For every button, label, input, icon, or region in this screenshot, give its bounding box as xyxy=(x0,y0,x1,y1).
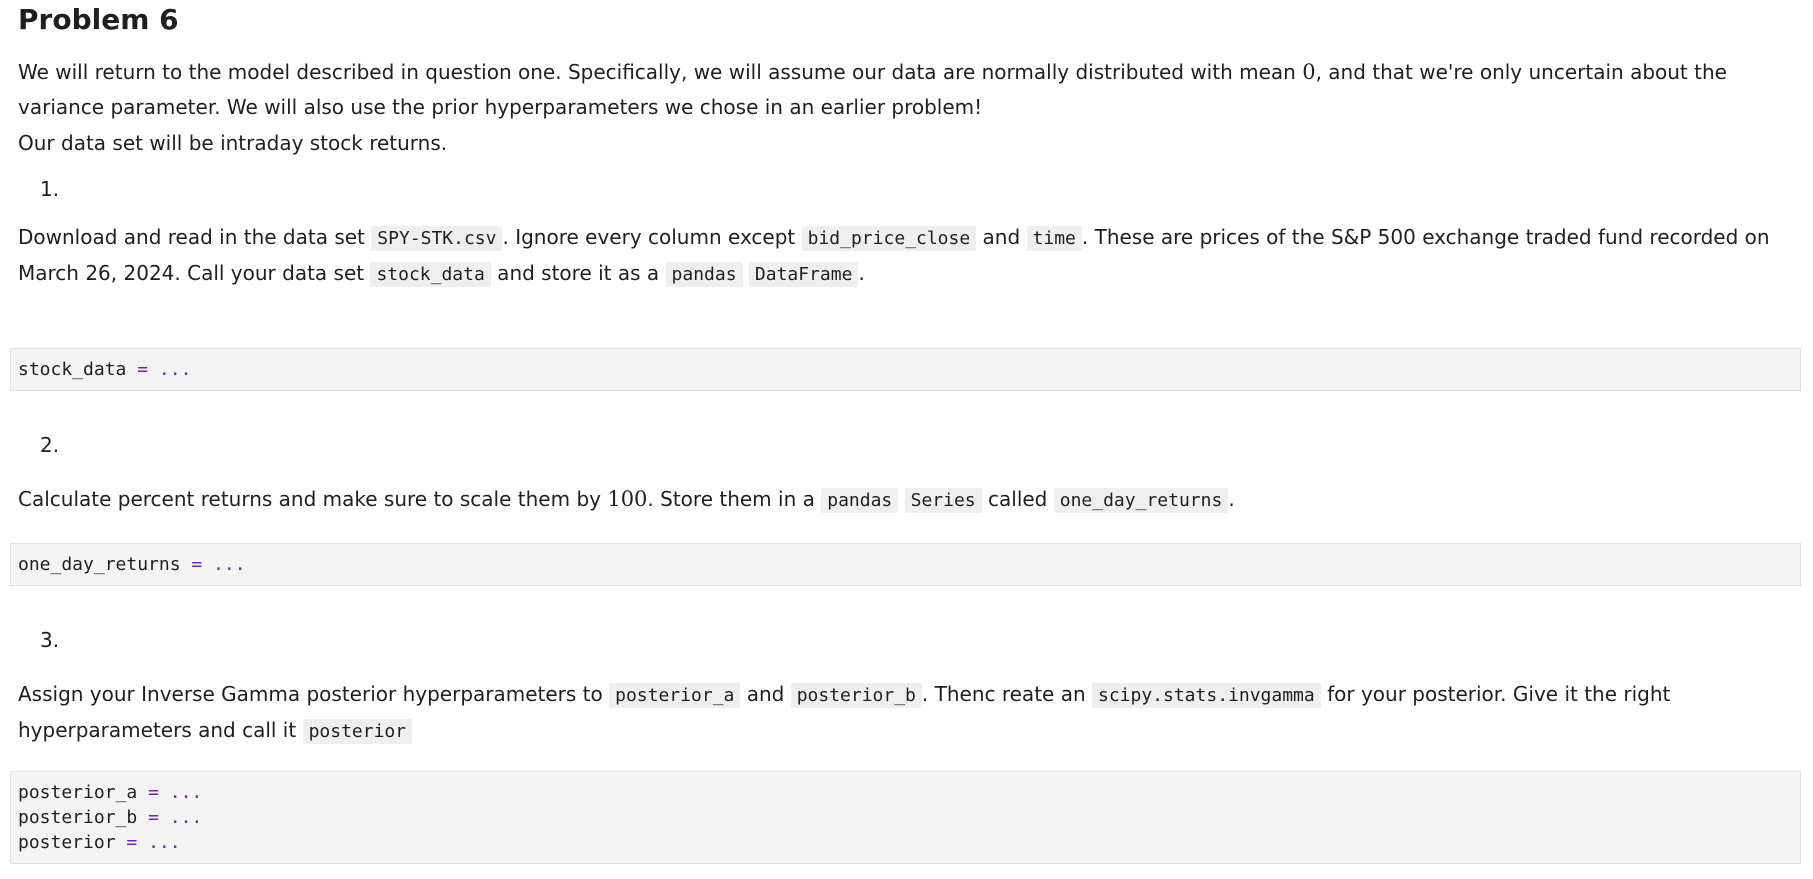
q1-text: and store it as a xyxy=(490,261,666,285)
code-variable: stock_data xyxy=(18,359,127,380)
code-ellipsis: ... xyxy=(169,807,203,828)
q1-text: . xyxy=(858,261,865,285)
inline-code-filename: SPY-STK.csv xyxy=(371,226,503,251)
code-variable: posterior_a xyxy=(18,782,138,803)
code-cell-3[interactable]: posterior_a = ... posterior_b = ... post… xyxy=(10,771,1801,864)
code-ellipsis: ... xyxy=(213,554,246,575)
code-ellipsis: ... xyxy=(169,782,203,803)
code-operator: = xyxy=(191,554,203,575)
q2-text: . xyxy=(1228,487,1235,511)
code-line: posterior = ... xyxy=(18,830,1793,855)
inline-code-library: pandas xyxy=(821,488,899,513)
question-1-text: Download and read in the data set SPY-ST… xyxy=(18,220,1783,292)
intro-paragraph: We will return to the model described in… xyxy=(18,55,1783,125)
code-ellipsis: ... xyxy=(158,359,192,380)
inline-code-variable: one_day_returns xyxy=(1053,488,1229,513)
page-title: Problem 6 xyxy=(18,3,179,36)
notebook-page: Problem 6 We will return to the model de… xyxy=(0,0,1813,879)
question-number-2: 2. xyxy=(40,433,60,457)
q2-text: Calculate percent returns and make sure … xyxy=(18,487,608,511)
inline-code-variable: stock_data xyxy=(370,262,491,287)
inline-code-variable: posterior_b xyxy=(790,683,922,708)
inline-code-class: scipy.stats.invgamma xyxy=(1091,683,1321,708)
inline-code-variable: posterior_a xyxy=(609,683,741,708)
code-operator: = xyxy=(148,782,159,803)
math-mean: 0 xyxy=(1302,60,1316,84)
inline-code-column: bid_price_close xyxy=(801,226,977,251)
intro-text: We will return to the model described in… xyxy=(18,60,1303,84)
q2-text: called xyxy=(981,487,1054,511)
code-operator: = xyxy=(126,832,138,853)
code-variable: one_day_returns xyxy=(18,554,181,575)
code-variable: posterior_b xyxy=(18,807,138,828)
code-cell-2[interactable]: one_day_returns = ... xyxy=(10,543,1801,586)
q2-text: . Store them in a xyxy=(647,487,822,511)
q3-text: and xyxy=(740,682,791,706)
q3-text: . Thenc reate an xyxy=(921,682,1092,706)
data-description: Our data set will be intraday stock retu… xyxy=(18,131,448,155)
math-scale: 100 xyxy=(607,487,648,511)
question-number-1: 1. xyxy=(40,177,60,201)
question-2-text: Calculate percent returns and make sure … xyxy=(18,482,1783,518)
inline-code-type: Series xyxy=(904,488,982,513)
inline-code-column: time xyxy=(1026,226,1082,251)
code-variable: posterior xyxy=(18,832,116,853)
inline-code-library: pandas xyxy=(665,262,743,287)
code-ellipsis: ... xyxy=(148,832,181,853)
q1-text: and xyxy=(976,225,1027,249)
inline-code-variable: posterior xyxy=(302,719,413,744)
code-operator: = xyxy=(137,359,149,380)
code-line: stock_data = ... xyxy=(18,357,1793,382)
inline-code-type: DataFrame xyxy=(748,262,859,287)
q3-text: Assign your Inverse Gamma posterior hype… xyxy=(18,682,610,706)
code-line: one_day_returns = ... xyxy=(18,552,1793,577)
question-3-text: Assign your Inverse Gamma posterior hype… xyxy=(18,677,1783,749)
code-operator: = xyxy=(148,807,159,828)
code-line: posterior_b = ... xyxy=(18,805,1793,830)
question-number-3: 3. xyxy=(40,628,60,652)
code-line: posterior_a = ... xyxy=(18,780,1793,805)
q1-text: . Ignore every column except xyxy=(502,225,802,249)
code-cell-1[interactable]: stock_data = ... xyxy=(10,348,1801,391)
q1-text: Download and read in the data set xyxy=(18,225,372,249)
